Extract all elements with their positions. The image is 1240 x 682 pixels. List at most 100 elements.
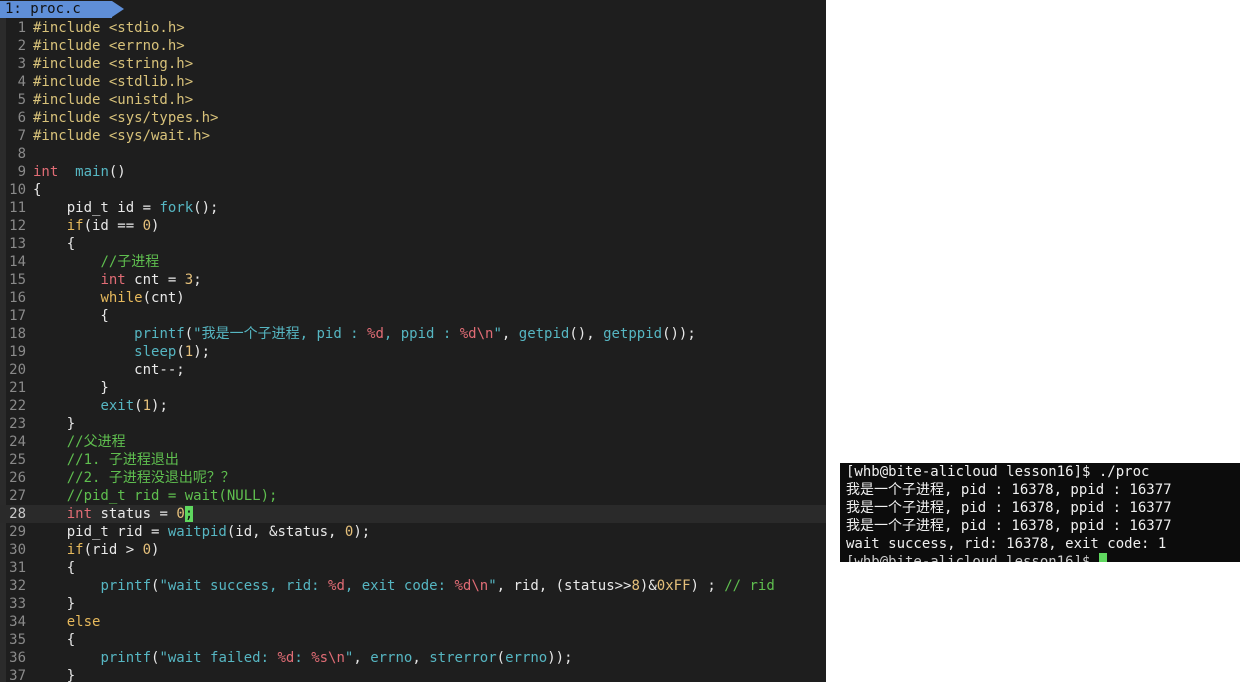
code-token: sleep — [134, 344, 177, 360]
code-text: } — [33, 667, 75, 682]
code-line[interactable]: 11 pid_t id = fork(); — [0, 199, 826, 217]
code-token: ( — [176, 344, 185, 360]
tab-proc-c[interactable]: 1: proc.c — [0, 1, 112, 18]
code-token: , — [501, 326, 519, 342]
line-number: 20 — [9, 362, 26, 378]
line-number: 9 — [17, 164, 26, 180]
code-token: pid_t id = — [33, 200, 160, 216]
code-line[interactable]: 3 #include <string.h> — [0, 55, 826, 73]
line-number: 35 — [9, 632, 26, 648]
code-token: %d — [328, 578, 345, 594]
code-text: { — [33, 631, 75, 649]
code-line[interactable]: 10 { — [0, 181, 826, 199]
code-line[interactable]: 34 else — [0, 613, 826, 631]
terminal-window[interactable]: [whb@bite-alicloud lesson16]$ ./proc 我是一… — [840, 463, 1240, 562]
code-token: main — [75, 164, 109, 180]
code-token: exit — [100, 398, 135, 414]
code-line[interactable]: 6 #include <sys/types.h> — [0, 109, 826, 127]
code-line[interactable]: 24 //父进程 — [0, 433, 826, 451]
code-line[interactable]: 32 printf("wait success, rid: %d, exit c… — [0, 577, 826, 595]
code-line[interactable]: 7 #include <sys/wait.h> — [0, 127, 826, 145]
code-text: //1. 子进程退出 — [33, 451, 179, 469]
code-line[interactable]: 31 { — [0, 559, 826, 577]
code-token: waitpid — [167, 524, 227, 540]
code-text: } — [33, 415, 75, 433]
line-number: 32 — [9, 578, 26, 594]
code-token: printf — [100, 650, 152, 666]
code-line[interactable]: 4 #include <stdlib.h> — [0, 73, 826, 91]
code-token: // rid — [724, 578, 775, 594]
line-number: 22 — [9, 398, 26, 414]
tab-label: 1: proc.c — [5, 1, 81, 17]
code-line[interactable]: 9 int main() — [0, 163, 826, 181]
terminal-current-line[interactable]: [whb@bite-alicloud lesson16]$ — [840, 553, 1240, 562]
code-token: ) ; — [690, 578, 725, 594]
line-number: 28 — [9, 506, 26, 522]
code-line[interactable]: 5 #include <unistd.h> — [0, 91, 826, 109]
code-line[interactable]: 33 } — [0, 595, 826, 613]
code-line[interactable]: 37 } — [0, 667, 826, 682]
code-token: } — [33, 416, 76, 432]
terminal-output-line: 我是一个子进程, pid : 16378, ppid : 16377 — [846, 500, 1172, 516]
code-token: " — [493, 326, 502, 342]
code-line[interactable]: 18 printf("我是一个子进程, pid : %d, ppid : %d\… — [0, 325, 826, 343]
code-token: "wait success, rid: — [159, 578, 329, 594]
code-line[interactable]: 27 //pid_t rid = wait(NULL); — [0, 487, 826, 505]
code-text: //父进程 — [33, 433, 126, 451]
line-number: 12 — [9, 218, 26, 234]
code-token: { — [33, 632, 76, 648]
code-token: <stdlib.h> — [108, 74, 194, 90]
line-number: 8 — [17, 146, 26, 162]
code-token: 0 — [176, 506, 185, 522]
code-line[interactable]: 36 printf("wait failed: %d: %s\n", errno… — [0, 649, 826, 667]
line-number: 30 — [9, 542, 26, 558]
code-line[interactable]: 12 if(id == 0) — [0, 217, 826, 235]
code-line[interactable]: 30 if(rid > 0) — [0, 541, 826, 559]
code-token: %s\n — [311, 650, 345, 666]
code-line[interactable]: 2 #include <errno.h> — [0, 37, 826, 55]
code-text: printf("wait failed: %d: %s\n", errno, s… — [33, 649, 572, 667]
code-text: sleep(1); — [33, 343, 210, 361]
tab-bar: 1: proc.c — [0, 0, 826, 18]
code-token: 0xFF — [656, 578, 691, 594]
code-text: int cnt = 3; — [33, 271, 201, 289]
code-text: //子进程 — [33, 253, 159, 271]
line-number: 18 — [9, 326, 26, 342]
code-line[interactable]: 19 sleep(1); — [0, 343, 826, 361]
code-token: printf — [100, 578, 152, 594]
code-line[interactable]: 8 — [0, 145, 826, 163]
code-line[interactable]: 21 } — [0, 379, 826, 397]
code-line[interactable]: 25 //1. 子进程退出 — [0, 451, 826, 469]
code-line[interactable]: 26 //2. 子进程没退出呢？？ — [0, 469, 826, 487]
code-line[interactable]: 23 } — [0, 415, 826, 433]
code-line[interactable]: 29 pid_t rid = waitpid(id, &status, 0); — [0, 523, 826, 541]
terminal-partial-prompt: [whb@bite-alicloud lesson16]$ — [846, 554, 1099, 562]
line-number: 37 — [9, 668, 26, 682]
code-line[interactable]: 14 //子进程 — [0, 253, 826, 271]
code-line[interactable]: 20 cnt--; — [0, 361, 826, 379]
code-line[interactable]: 35 { — [0, 631, 826, 649]
code-token: strerror — [429, 650, 497, 666]
code-line[interactable]: 1 #include <stdio.h> — [0, 19, 826, 37]
code-line[interactable]: 17 { — [0, 307, 826, 325]
code-token: " — [488, 578, 497, 594]
code-line[interactable]: 28 int status = 0; — [0, 505, 826, 523]
code-token: #include — [33, 38, 109, 54]
code-line[interactable]: 22 exit(1); — [0, 397, 826, 415]
code-line[interactable]: 13 { — [0, 235, 826, 253]
line-number: 19 — [9, 344, 26, 360]
code-text: //pid_t rid = wait(NULL); — [33, 487, 278, 505]
code-editor[interactable]: 1: proc.c 1 #include <stdio.h> 2 #include <… — [0, 0, 826, 682]
code-token: %d\n — [459, 326, 494, 342]
code-token: <string.h> — [108, 56, 194, 72]
code-token: status = — [92, 506, 177, 522]
code-text: int main() — [33, 163, 126, 181]
code-line[interactable]: 15 int cnt = 3; — [0, 271, 826, 289]
code-line[interactable]: 16 while(cnt) — [0, 289, 826, 307]
code-lines[interactable]: 1 #include <stdio.h> 2 #include <errno.h> 3 #… — [0, 19, 826, 682]
